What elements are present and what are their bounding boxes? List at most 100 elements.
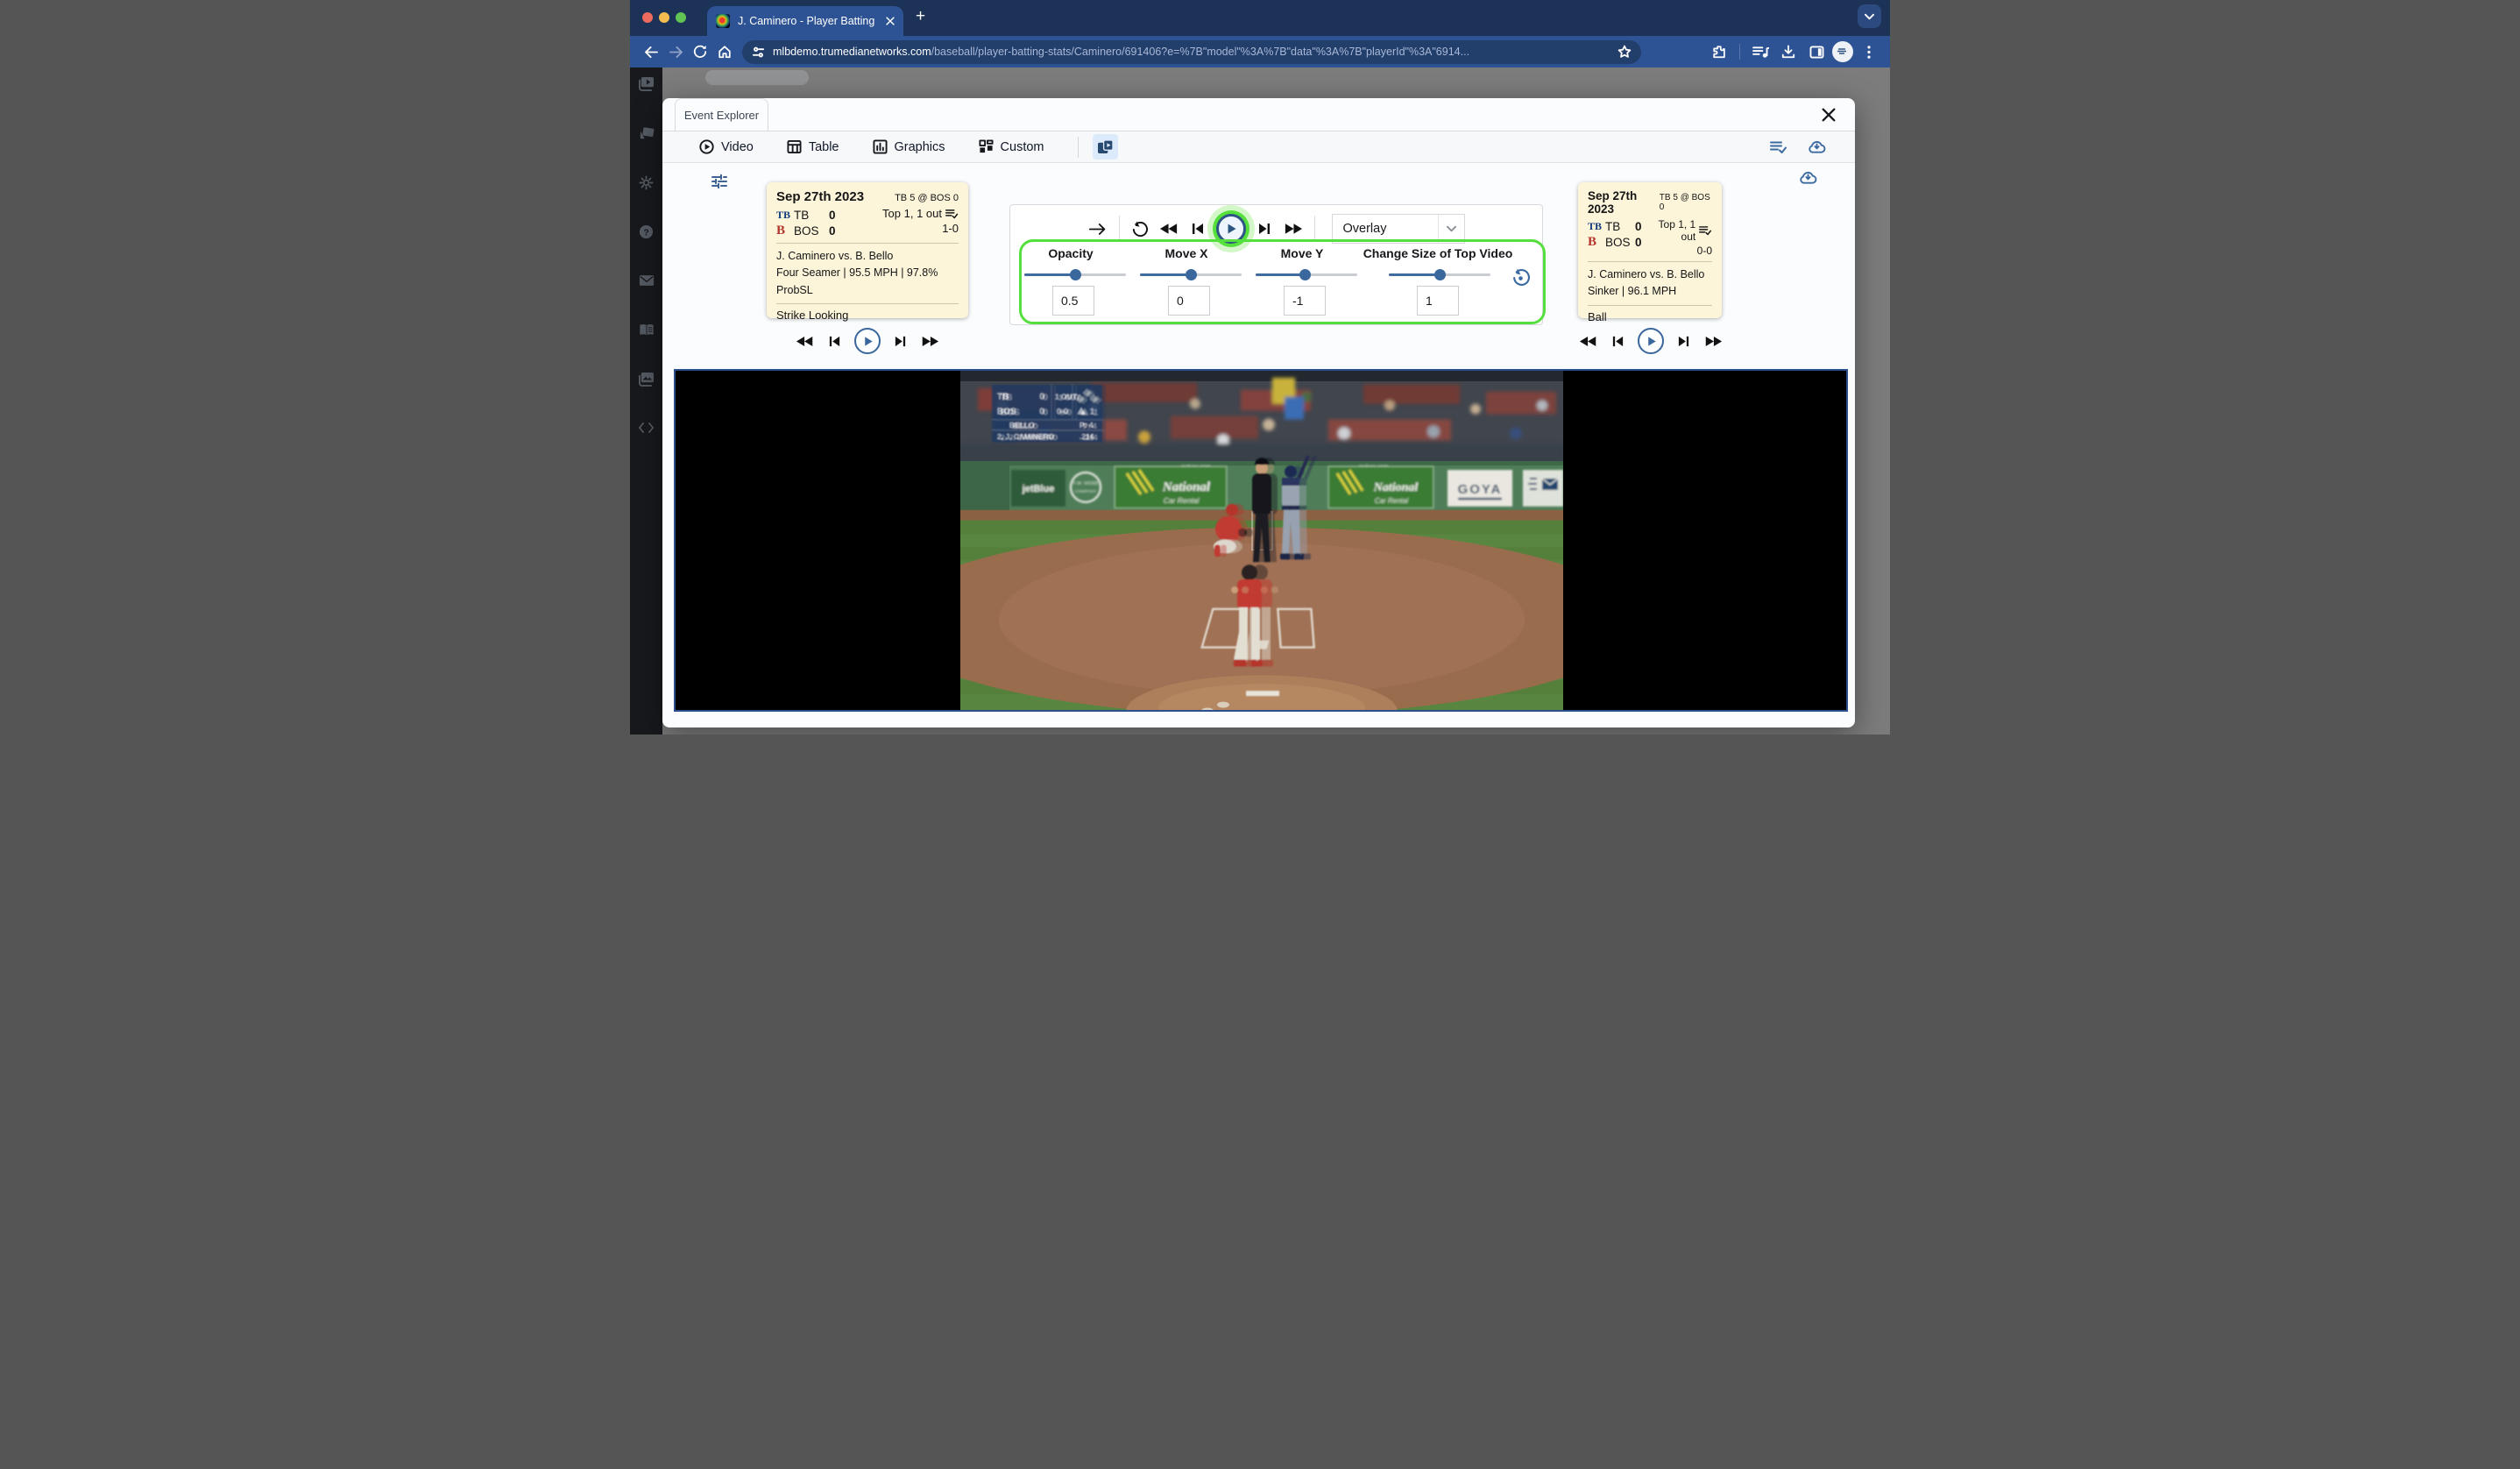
toolbar-actions: [1707, 39, 1881, 64]
screen: J. Caminero - Player Batting + mlbdemo.t…: [630, 0, 1890, 734]
grid-layout-icon: [979, 139, 994, 154]
url-domain: mlbdemo.trumedianetworks.com: [773, 46, 931, 58]
sidebar-image-library-icon[interactable]: [630, 368, 662, 389]
next-event-button[interactable]: [1677, 335, 1690, 348]
extensions-button[interactable]: [1707, 39, 1731, 64]
cloud-download-button[interactable]: [1798, 170, 1818, 186]
svg-text:jetBlue: jetBlue: [1022, 484, 1055, 494]
bar-chart-icon: [873, 139, 888, 154]
table-icon: [787, 139, 802, 154]
rewind-button[interactable]: [1579, 335, 1598, 348]
home-button[interactable]: [712, 39, 737, 64]
pitch-result: Ball: [1588, 310, 1712, 323]
next-event-button[interactable]: [1257, 222, 1271, 236]
modal-title-tab[interactable]: Event Explorer: [675, 98, 768, 131]
tab-favicon: [716, 14, 730, 28]
fast-forward-button[interactable]: [1283, 222, 1303, 236]
sidebar-help-icon[interactable]: [630, 221, 662, 242]
site-settings-icon[interactable]: [752, 46, 765, 59]
opacity-slider[interactable]: [1024, 273, 1126, 276]
fast-forward-button[interactable]: [920, 335, 939, 348]
profile-avatar[interactable]: [1832, 41, 1853, 62]
new-tab-button[interactable]: +: [916, 7, 925, 26]
browser-menu-button[interactable]: [1857, 39, 1881, 64]
playlist-check-icon[interactable]: [945, 209, 959, 219]
previous-event-button[interactable]: [1611, 335, 1625, 348]
slider-thumb[interactable]: [1299, 269, 1311, 280]
side-panel-button[interactable]: [1804, 39, 1829, 64]
pitch-count: 1-0: [882, 222, 959, 235]
previous-event-button[interactable]: [828, 335, 841, 348]
fast-forward-button[interactable]: [1703, 335, 1723, 348]
home-abbr: BOS: [794, 224, 829, 238]
reset-overlay-button[interactable]: [1511, 268, 1530, 287]
rewind-button[interactable]: [1159, 222, 1179, 236]
slider-thumb[interactable]: [1070, 269, 1081, 280]
tab-search-button[interactable]: [1858, 4, 1881, 28]
video-player[interactable]: redsox.com redsox.com jetBlue F.W. WEBB …: [674, 369, 1848, 712]
opacity-input[interactable]: [1052, 286, 1094, 316]
tab-graphics[interactable]: Graphics: [873, 139, 945, 154]
sidebar-book-icon[interactable]: [630, 319, 662, 340]
tab-table[interactable]: Table: [787, 139, 839, 154]
traffic-minimize-button[interactable]: [659, 12, 669, 23]
move-x-slider[interactable]: [1140, 273, 1242, 276]
rewind-button[interactable]: [796, 335, 815, 348]
next-event-button[interactable]: [894, 335, 907, 348]
browser-toolbar: mlbdemo.trumedianetworks.com/baseball/pl…: [630, 36, 1890, 67]
tabs-divider: [1078, 137, 1079, 158]
tb-logo: TB: [1588, 220, 1605, 233]
media-playlist-button[interactable]: [1748, 39, 1773, 64]
sidebar-mail-icon[interactable]: [630, 270, 662, 291]
tab-video[interactable]: Video: [699, 139, 754, 154]
browser-tab[interactable]: J. Caminero - Player Batting: [707, 6, 903, 36]
sidebar-code-icon[interactable]: [630, 417, 662, 438]
away-score: 0: [1635, 220, 1642, 233]
url-path: /baseball/player-batting-stats/Caminero/…: [931, 46, 1469, 58]
dual-video-overlay-icon: [1097, 139, 1114, 154]
svg-text:GOYA: GOYA: [1458, 482, 1503, 497]
forward-button[interactable]: [663, 39, 688, 64]
filter-sliders-button[interactable]: [711, 174, 727, 189]
game-score: TB 5 @ BOS 0: [895, 193, 959, 203]
chevron-down-icon: [1865, 13, 1874, 20]
sidebar-settings-gear-icon[interactable]: [630, 172, 662, 193]
traffic-close-button[interactable]: [642, 12, 653, 23]
slider-thumb[interactable]: [1186, 269, 1197, 280]
back-button[interactable]: [639, 39, 663, 64]
app-sidebar: [630, 67, 662, 734]
play-button[interactable]: [854, 328, 881, 354]
slider-thumb[interactable]: [1434, 269, 1446, 280]
event-card-left[interactable]: Sep 27th 2023 TB 5 @ BOS 0 TBTB0 BBOS0 T…: [767, 182, 968, 318]
bookmark-star-icon[interactable]: [1617, 45, 1632, 59]
playlist-check-icon[interactable]: [1770, 140, 1787, 154]
previous-event-button[interactable]: [1191, 222, 1205, 236]
sidebar-video-library-icon[interactable]: [630, 73, 662, 94]
pitch-count: 0-0: [1642, 245, 1712, 257]
tab-close-icon[interactable]: [886, 17, 895, 25]
traffic-zoom-button[interactable]: [676, 12, 686, 23]
event-card-right[interactable]: Sep 27th 2023 TB 5 @ BOS 0 TBTB0 BBOS0 T…: [1578, 182, 1722, 318]
jump-arrow-button[interactable]: [1088, 223, 1108, 236]
playlist-check-icon[interactable]: [1699, 225, 1712, 236]
move-y-input[interactable]: [1284, 286, 1326, 316]
modal-tabs-row: Video Table Graphics Custom: [662, 131, 1855, 163]
cloud-download-icon[interactable]: [1807, 139, 1827, 154]
dual-video-mode-button[interactable]: [1093, 134, 1118, 160]
downloads-button[interactable]: [1776, 39, 1801, 64]
reload-button[interactable]: [688, 39, 712, 64]
url-bar[interactable]: mlbdemo.trumedianetworks.com/baseball/pl…: [742, 40, 1641, 64]
tb-logo: TB: [776, 209, 794, 222]
play-button[interactable]: [1638, 328, 1664, 354]
bos-logo: B: [776, 224, 794, 238]
sidebar-card-stack-icon[interactable]: [630, 123, 662, 144]
browser-tab-bar: J. Caminero - Player Batting +: [630, 0, 1890, 36]
tab-custom[interactable]: Custom: [979, 139, 1044, 154]
size-input[interactable]: [1417, 286, 1459, 316]
size-slider[interactable]: [1389, 273, 1490, 276]
modal-close-button[interactable]: [1822, 107, 1837, 123]
move-x-input[interactable]: [1168, 286, 1210, 316]
overlay-sliders-highlight: Opacity Move X Move Y Change Size o: [1019, 239, 1546, 324]
move-y-slider[interactable]: [1256, 273, 1357, 276]
replay-rotate-button[interactable]: [1131, 221, 1148, 238]
